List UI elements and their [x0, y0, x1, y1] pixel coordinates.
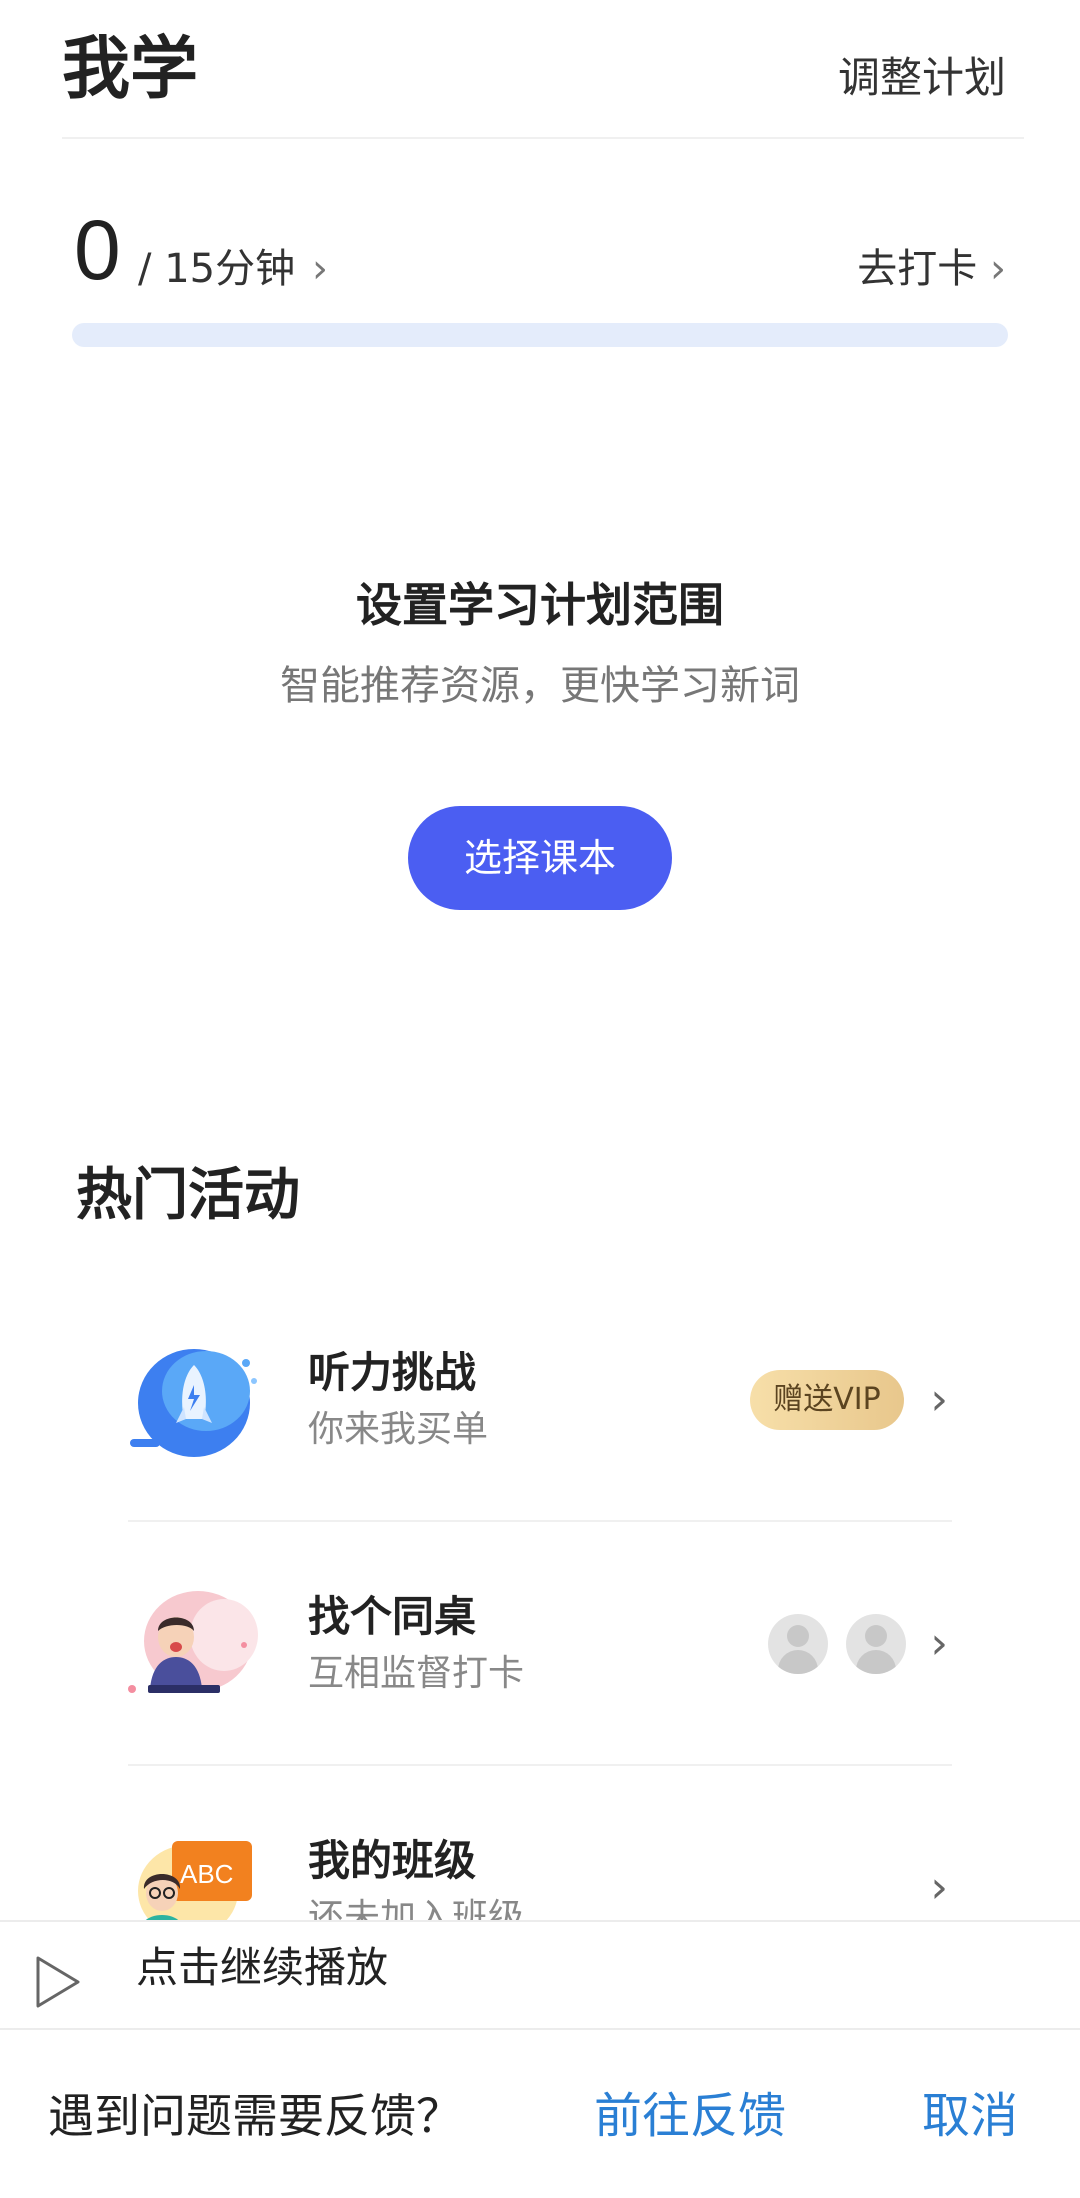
avatar — [846, 1614, 906, 1674]
choose-book-button[interactable]: 选择课本 — [408, 806, 672, 910]
plan-setup-subtitle: 智能推荐资源，更快学习新词 — [280, 663, 800, 709]
activity-listening-challenge[interactable]: 听力挑战 你来我买单 赠送VIP › — [128, 1278, 952, 1522]
activity-subtitle: 互相监督打卡 — [308, 1653, 525, 1694]
go-feedback-button[interactable]: 前往反馈 — [594, 2086, 786, 2146]
daily-progress: 0 / 15分钟 › 去打卡 › — [74, 200, 1006, 310]
chevron-right-icon: › — [930, 1374, 948, 1425]
chevron-right-icon: › — [930, 1862, 948, 1913]
checkin-label: 去打卡 — [857, 246, 978, 292]
chevron-right-icon: › — [990, 246, 1006, 292]
header-divider — [62, 137, 1024, 139]
adjust-plan-button[interactable]: 调整计划 — [838, 50, 1006, 106]
vip-badge: 赠送VIP — [750, 1370, 904, 1430]
checkin-link[interactable]: 去打卡 › — [857, 244, 1006, 294]
student-icon — [128, 1591, 258, 1693]
minutes-done: 0 — [74, 203, 121, 297]
hot-activities-title: 热门活动 — [76, 1163, 300, 1228]
cancel-button[interactable]: 取消 — [922, 2086, 1018, 2146]
minutes-goal-link[interactable]: / 15分钟 — [138, 244, 295, 294]
page-title: 我学 — [62, 30, 199, 109]
rocket-icon — [130, 1349, 257, 1457]
activity-find-deskmate[interactable]: 找个同桌 互相监督打卡 › — [128, 1522, 952, 1766]
chevron-right-icon: › — [930, 1618, 948, 1669]
activity-title: 找个同桌 — [308, 1592, 477, 1641]
feedback-prompt: 遇到问题需要反馈？ — [48, 2089, 462, 2143]
activity-title: 我的班级 — [308, 1836, 477, 1885]
continue-play-bar[interactable]: 点击继续播放 — [0, 1920, 1080, 2030]
avatar — [768, 1614, 828, 1674]
feedback-bar: 遇到问题需要反馈？ 前往反馈 取消 — [0, 2032, 1080, 2198]
chevron-right-icon[interactable]: › — [312, 244, 328, 294]
progress-bar — [72, 323, 1008, 347]
plan-setup-title: 设置学习计划范围 — [356, 578, 724, 632]
activity-title: 听力挑战 — [308, 1348, 477, 1397]
svg-text:ABC: ABC — [180, 1859, 233, 1889]
activity-subtitle: 你来我买单 — [308, 1409, 489, 1450]
continue-play-label: 点击继续播放 — [136, 1943, 389, 1992]
play-icon[interactable] — [34, 1954, 84, 2010]
